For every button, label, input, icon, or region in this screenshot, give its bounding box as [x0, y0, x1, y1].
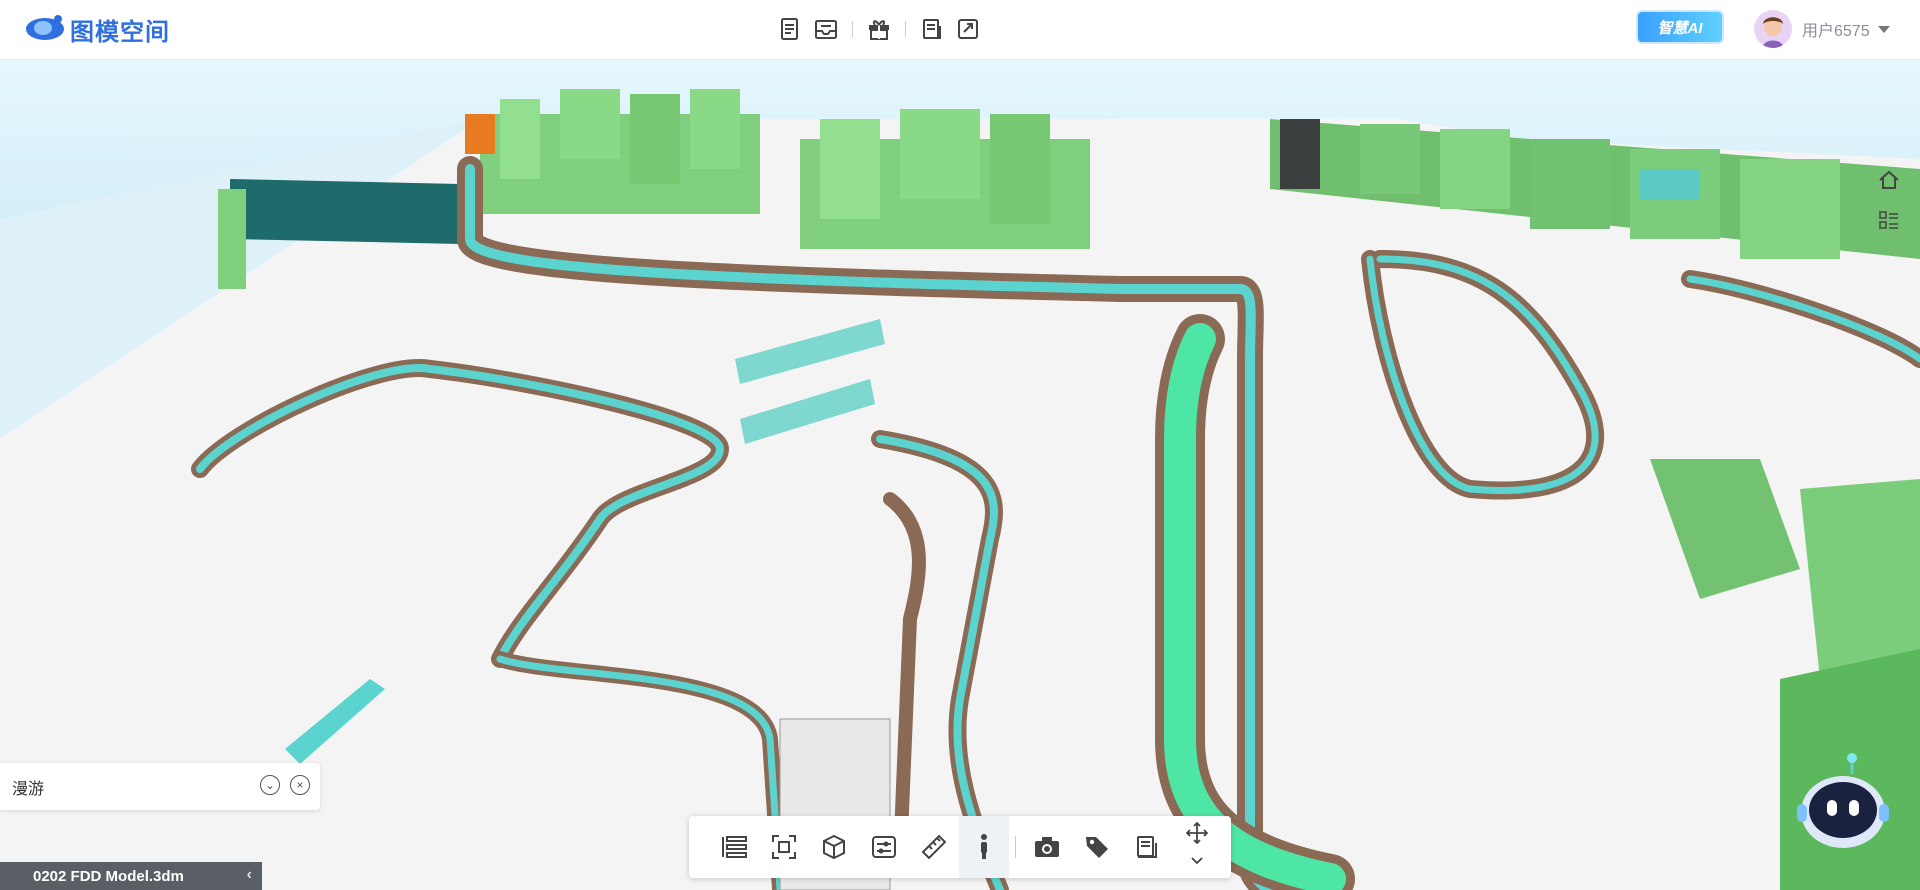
expand-icon[interactable] — [950, 12, 986, 46]
logo-icon — [26, 15, 64, 40]
home-icon[interactable] — [1876, 167, 1902, 193]
user-menu[interactable]: 用户6575 — [1754, 10, 1890, 48]
roam-controls: ⌄ × — [260, 775, 310, 795]
layers-doc-icon[interactable] — [914, 12, 950, 46]
green-building — [1800, 479, 1920, 679]
top-toolbar — [772, 12, 986, 46]
ruler-icon[interactable] — [909, 816, 959, 878]
ai-robot-assistant[interactable] — [1797, 752, 1889, 852]
tree-icon[interactable] — [709, 816, 759, 878]
camera-icon[interactable] — [1022, 816, 1072, 878]
avatar — [1754, 10, 1792, 48]
move-icon[interactable] — [1172, 816, 1222, 878]
chevron-down-icon — [1877, 25, 1890, 33]
bottom-toolbar — [689, 816, 1231, 878]
layers-doc-icon[interactable] — [1122, 816, 1172, 878]
cube-icon[interactable] — [809, 816, 859, 878]
chevron-left-icon[interactable]: ‹ — [247, 866, 252, 884]
focus-icon[interactable] — [759, 816, 809, 878]
toolbar-separator — [852, 21, 853, 37]
train — [230, 179, 460, 244]
top-header: 图模空间 智慧AI 用户6575 — [0, 0, 1920, 60]
toolbar-separator — [905, 21, 906, 37]
chevron-down-icon — [1191, 857, 1203, 865]
inbox-icon[interactable] — [808, 12, 844, 46]
user-name: 用户6575 — [1802, 23, 1870, 40]
sliders-icon[interactable] — [859, 816, 909, 878]
document-icon[interactable] — [772, 12, 808, 46]
model-name-bar: 0202 FDD Model.3dm ‹ — [0, 862, 262, 890]
app-logo[interactable]: 图模空间 — [24, 13, 170, 46]
ai-assistant-button[interactable]: 智慧AI — [1638, 12, 1722, 42]
list-view-icon[interactable] — [1876, 207, 1902, 233]
app-name: 图模空间 — [70, 17, 170, 46]
roam-panel: 漫游 ⌄ × — [0, 763, 320, 810]
person-walk-icon[interactable] — [959, 816, 1009, 878]
close-circle-icon[interactable]: × — [290, 775, 310, 795]
toolbar-separator — [1015, 836, 1016, 858]
chevron-down-circle-icon[interactable]: ⌄ — [260, 775, 280, 795]
roam-label: 漫游 — [12, 780, 45, 798]
gift-icon[interactable] — [861, 12, 897, 46]
side-toolbar — [1876, 167, 1902, 233]
model-name: 0202 FDD Model.3dm — [33, 867, 184, 885]
tag-icon[interactable] — [1072, 816, 1122, 878]
